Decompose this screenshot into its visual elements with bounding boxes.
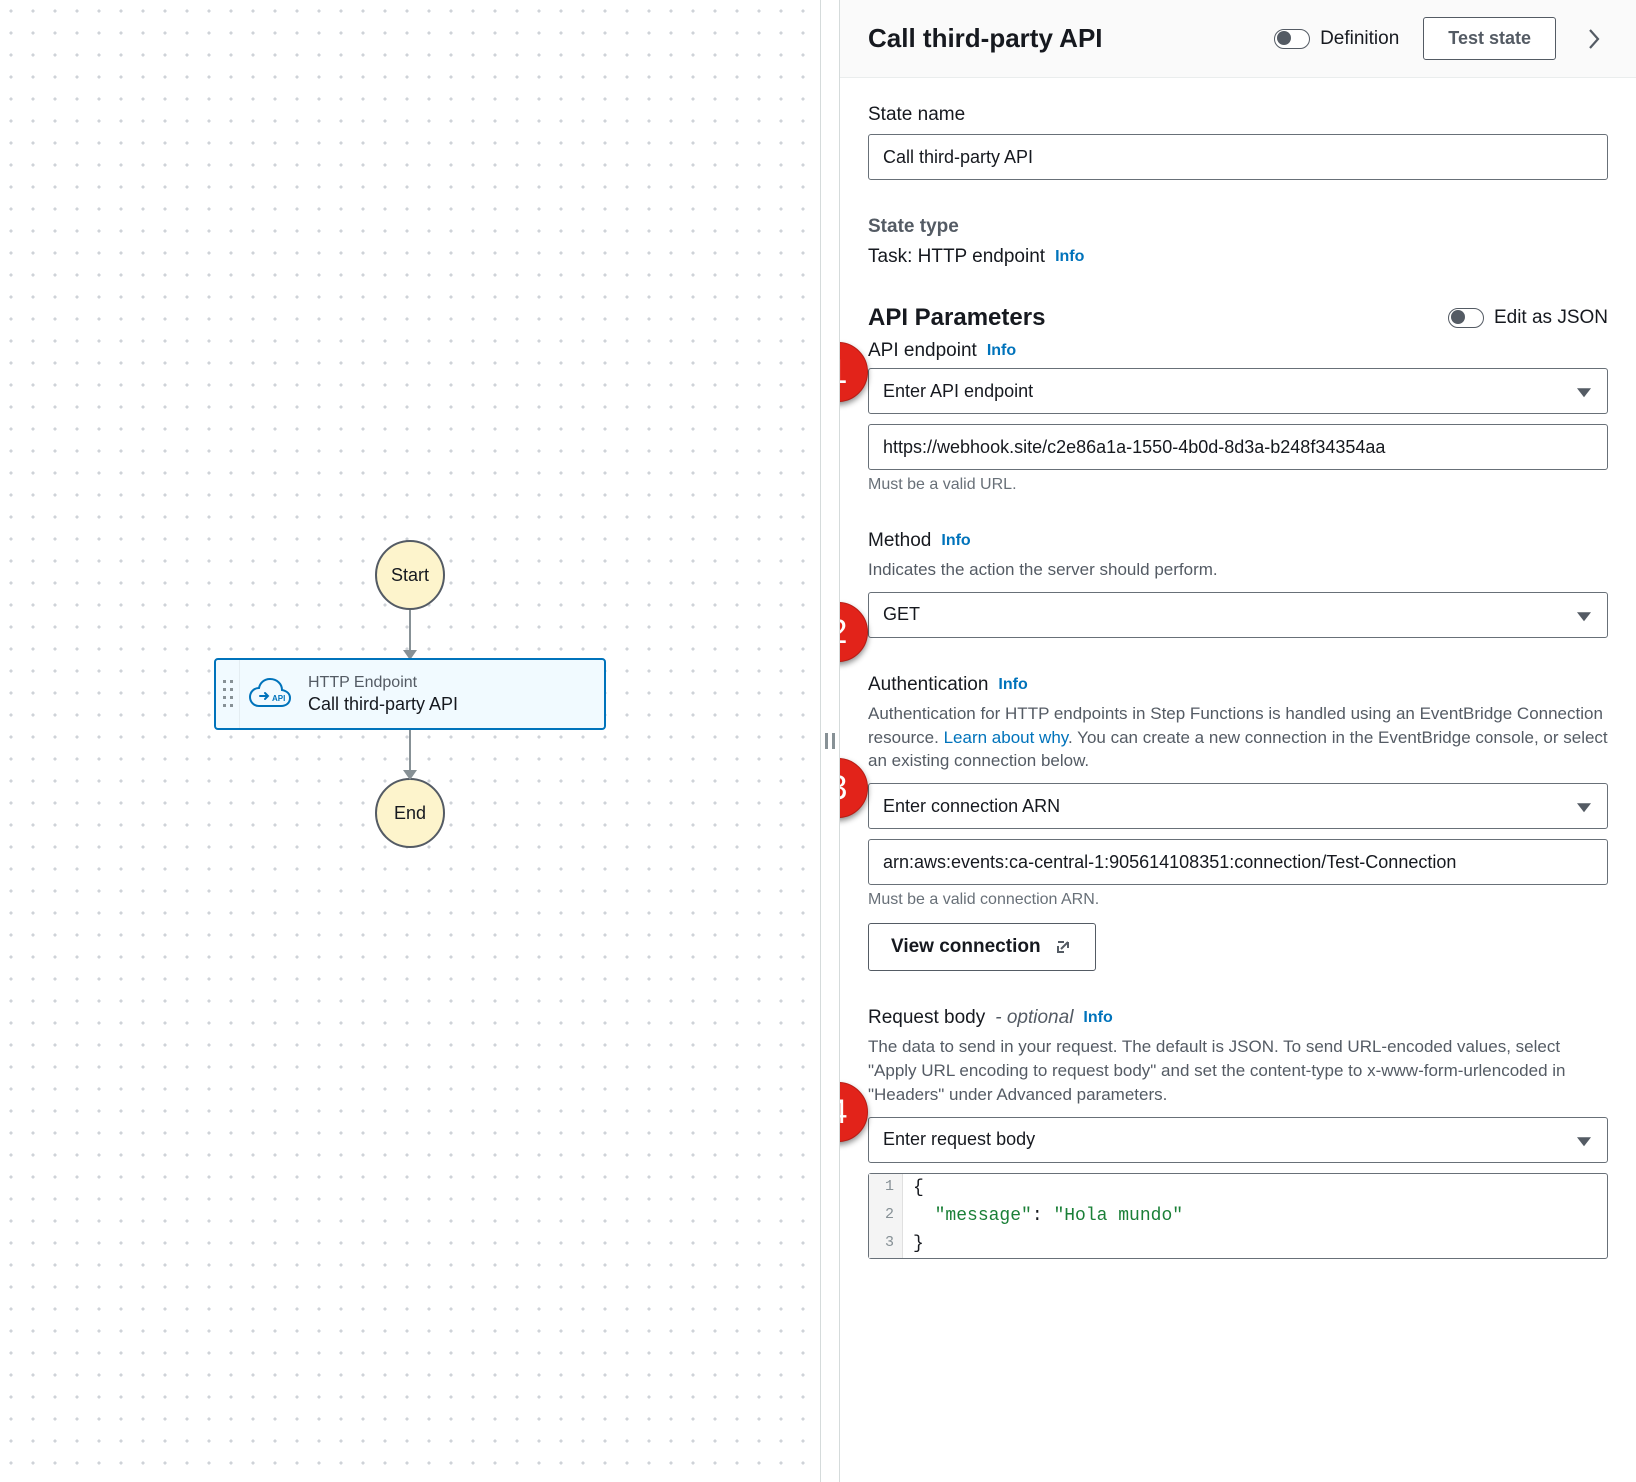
method-select-value: GET	[883, 604, 920, 625]
authentication-description: Authentication for HTTP endpoints in Ste…	[868, 702, 1608, 773]
end-node-label: End	[394, 803, 426, 824]
connector-arrow	[409, 610, 411, 658]
api-endpoint-info-link[interactable]: Info	[987, 342, 1016, 360]
api-cloud-icon: API	[240, 676, 300, 712]
edit-as-json-label: Edit as JSON	[1494, 307, 1608, 329]
request-body-select[interactable]: Enter request body	[868, 1117, 1608, 1163]
method-description: Indicates the action the server should p…	[868, 558, 1608, 582]
connection-arn-input[interactable]	[868, 839, 1608, 885]
method-label: Method	[868, 530, 931, 552]
edit-as-json-toggle[interactable]	[1448, 308, 1484, 328]
state-type-value: Task: HTTP endpoint	[868, 246, 1045, 268]
external-link-icon	[1053, 937, 1073, 957]
definition-toggle[interactable]	[1274, 29, 1310, 49]
method-info-link[interactable]: Info	[941, 532, 970, 550]
inspector-panel: Call third-party API Definition Test sta…	[840, 0, 1636, 1482]
method-select[interactable]: GET	[868, 592, 1608, 638]
view-connection-button[interactable]: View connection	[868, 923, 1096, 971]
panel-title: Call third-party API	[868, 23, 1250, 54]
start-node[interactable]: Start	[375, 540, 445, 610]
task-title-label: Call third-party API	[308, 694, 458, 715]
state-name-input[interactable]	[868, 134, 1608, 180]
state-name-label: State name	[868, 104, 1608, 126]
api-endpoint-helper: Must be a valid URL.	[868, 476, 1608, 494]
request-body-select-placeholder: Enter request body	[883, 1129, 1035, 1150]
annotation-badge-3: 3	[840, 758, 868, 818]
start-node-label: Start	[391, 565, 429, 586]
panel-header: Call third-party API Definition Test sta…	[840, 0, 1636, 78]
definition-toggle-label: Definition	[1320, 28, 1399, 50]
end-node[interactable]: End	[375, 778, 445, 848]
workflow-canvas[interactable]: Start API HTTP Endpoint Call third-party…	[0, 0, 820, 1482]
authentication-select[interactable]: Enter connection ARN	[868, 783, 1608, 829]
request-body-description: The data to send in your request. The de…	[868, 1035, 1608, 1106]
api-endpoint-select[interactable]: Enter API endpoint	[868, 368, 1608, 414]
svg-text:API: API	[272, 694, 285, 703]
authentication-helper: Must be a valid connection ARN.	[868, 891, 1608, 909]
request-body-optional: - optional	[995, 1007, 1073, 1029]
request-body-code-editor[interactable]: 1{ 2 "message": "Hola mundo" 3}	[868, 1173, 1608, 1259]
pane-resize-handle[interactable]	[820, 0, 840, 1482]
annotation-badge-1: 1	[840, 342, 868, 402]
annotation-badge-4: 4	[840, 1082, 868, 1142]
state-type-info-link[interactable]: Info	[1055, 248, 1084, 266]
task-kind-label: HTTP Endpoint	[308, 674, 458, 692]
test-state-button[interactable]: Test state	[1423, 17, 1556, 60]
api-endpoint-label: API endpoint	[868, 340, 977, 362]
api-parameters-heading: API Parameters	[868, 304, 1045, 332]
authentication-label: Authentication	[868, 674, 988, 696]
drag-handle-icon[interactable]	[216, 660, 240, 728]
api-endpoint-input[interactable]	[868, 424, 1608, 470]
authentication-select-placeholder: Enter connection ARN	[883, 796, 1060, 817]
request-body-info-link[interactable]: Info	[1083, 1009, 1112, 1027]
annotation-badge-2: 2	[840, 602, 868, 662]
connector-arrow	[409, 730, 411, 778]
task-node-call-api[interactable]: API HTTP Endpoint Call third-party API	[214, 658, 606, 730]
state-type-label: State type	[868, 216, 1608, 238]
authentication-info-link[interactable]: Info	[998, 676, 1027, 694]
collapse-panel-icon[interactable]	[1580, 26, 1608, 52]
request-body-label: Request body	[868, 1007, 985, 1029]
api-endpoint-select-placeholder: Enter API endpoint	[883, 381, 1033, 402]
learn-about-why-link[interactable]: Learn about why	[944, 728, 1068, 747]
